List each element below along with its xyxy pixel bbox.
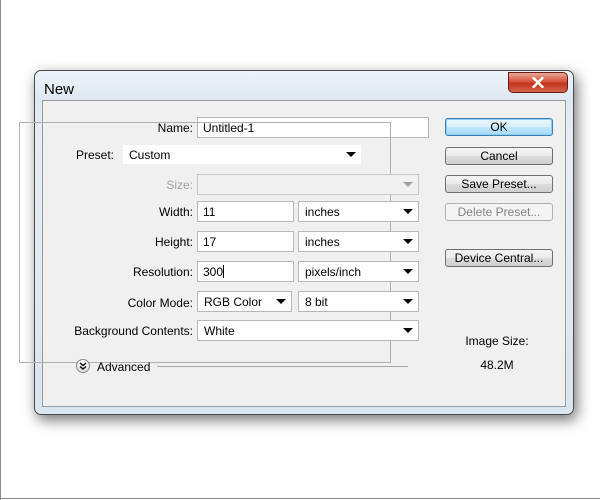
- chevron-down-icon: [403, 269, 413, 274]
- width-unit-value: inches: [305, 205, 340, 219]
- height-label: Height:: [154, 235, 193, 249]
- groupbox-gap-left: [55, 151, 67, 163]
- preset-select[interactable]: Custom: [122, 144, 362, 165]
- resolution-unit-select[interactable]: pixels/inch: [298, 261, 419, 282]
- width-input[interactable]: 11: [197, 201, 294, 222]
- resolution-label: Resolution:: [132, 265, 193, 279]
- chevron-down-icon: [346, 152, 356, 157]
- bit-depth-select[interactable]: 8 bit: [298, 291, 419, 312]
- close-button[interactable]: [508, 72, 568, 93]
- resolution-input[interactable]: 300: [197, 261, 294, 282]
- dialog-title: New: [44, 81, 75, 98]
- color-mode-label: Color Mode:: [127, 296, 193, 310]
- close-icon: [532, 77, 544, 88]
- height-unit-value: inches: [305, 235, 340, 249]
- cancel-button[interactable]: Cancel: [445, 147, 553, 165]
- width-label: Width:: [158, 205, 193, 219]
- chevron-down-icon: [403, 299, 413, 304]
- color-mode-select[interactable]: RGB Color: [197, 291, 292, 312]
- preset-select-value: Custom: [129, 148, 171, 162]
- save-preset-button[interactable]: Save Preset...: [445, 175, 553, 193]
- screen-edge-bottom: [0, 498, 600, 499]
- color-mode-value: RGB Color: [204, 295, 263, 309]
- device-central-button[interactable]: Device Central...: [445, 249, 553, 267]
- resolution-input-value: 300: [203, 265, 224, 279]
- size-label: Size:: [166, 178, 193, 192]
- text-caret: [223, 265, 225, 278]
- advanced-divider: [157, 366, 408, 367]
- chevron-down-icon: [276, 299, 286, 304]
- background-contents-value: White: [204, 324, 235, 338]
- ok-button[interactable]: OK: [445, 118, 553, 136]
- delete-preset-button: Delete Preset...: [445, 203, 553, 221]
- size-select: [197, 174, 419, 195]
- background-contents-label: Background Contents:: [74, 324, 193, 338]
- height-unit-select[interactable]: inches: [298, 231, 419, 252]
- resolution-unit-value: pixels/inch: [305, 265, 362, 279]
- chevron-down-icon: [403, 182, 413, 187]
- chevron-down-icon: [403, 239, 413, 244]
- screen-edge-left: [0, 0, 1, 500]
- image-size-value: 48.2M: [480, 358, 514, 372]
- chevron-down-icon: [403, 209, 413, 214]
- advanced-label: Advanced: [97, 360, 151, 374]
- advanced-toggle[interactable]: [76, 359, 90, 373]
- double-chevron-down-icon: [79, 362, 87, 370]
- preset-label: Preset:: [76, 148, 118, 162]
- chevron-down-icon: [403, 328, 413, 333]
- image-size-label: Image Size:: [465, 334, 529, 348]
- bit-depth-value: 8 bit: [305, 295, 328, 309]
- background-contents-select[interactable]: White: [197, 320, 419, 341]
- width-unit-select[interactable]: inches: [298, 201, 419, 222]
- height-input[interactable]: 17: [197, 231, 294, 252]
